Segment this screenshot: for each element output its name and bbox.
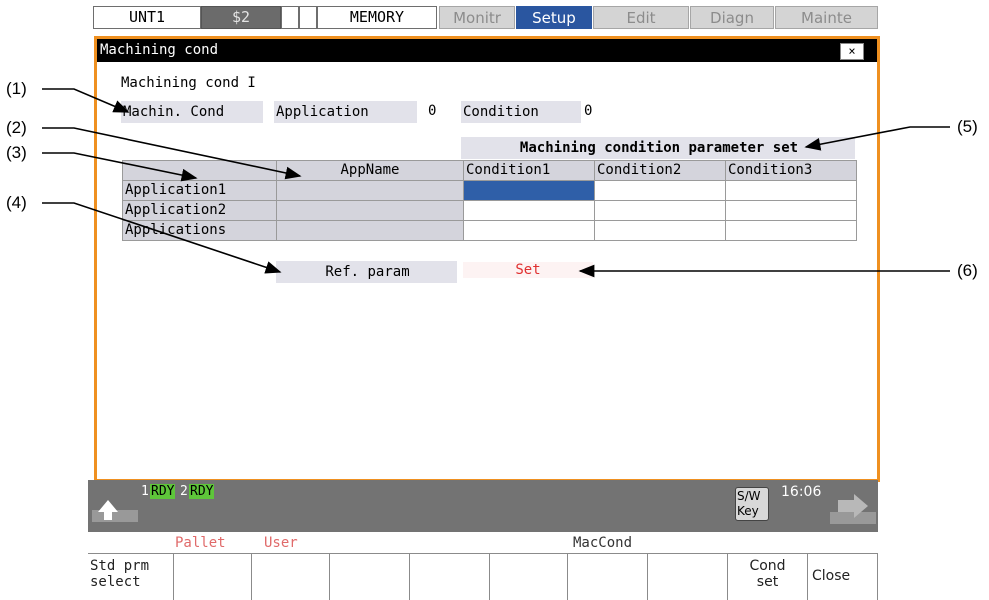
annotation-4: (4) xyxy=(6,193,27,212)
rdy2-number: 2 xyxy=(180,484,188,499)
close-icon[interactable]: × xyxy=(840,43,864,60)
condition-cell[interactable] xyxy=(725,220,857,241)
forward-arrow-icon[interactable] xyxy=(830,492,876,524)
condition-cell[interactable] xyxy=(463,220,595,241)
condition-label: Condition xyxy=(461,101,581,123)
rdy1-number: 1 xyxy=(141,484,149,499)
table-header-condition1: Condition1 xyxy=(463,160,595,181)
mode-indicator: MEMORY xyxy=(317,6,437,29)
condition-cell[interactable] xyxy=(594,180,726,201)
app-name-cell[interactable] xyxy=(276,200,464,221)
menu-label-user: User xyxy=(264,535,298,551)
close-key[interactable]: Close xyxy=(808,553,878,600)
condition-cell[interactable] xyxy=(463,180,595,201)
std-prm-select-key[interactable]: Std prm select xyxy=(88,553,174,600)
table-row: Application1 xyxy=(122,180,857,201)
function-key-4[interactable] xyxy=(330,553,410,600)
part-system-indicator: $2 xyxy=(201,6,281,29)
row-label: Applications xyxy=(122,220,277,241)
status-slot-1 xyxy=(281,6,299,29)
function-key-5[interactable] xyxy=(410,553,490,600)
annotation-6: (6) xyxy=(957,261,978,280)
condition-cell[interactable] xyxy=(725,180,857,201)
window-title: Machining cond xyxy=(97,39,877,62)
row-label: Application1 xyxy=(122,180,277,201)
menu-label-pallet: Pallet xyxy=(175,535,226,551)
application-table: AppName Condition1 Condition2 Condition3… xyxy=(122,160,857,241)
unit-indicator: UNT1 xyxy=(93,6,201,29)
rdy2-badge: RDY xyxy=(189,484,215,499)
table-header-appname: AppName xyxy=(276,160,464,181)
machin-cond-label: Machin. Cond xyxy=(121,101,263,123)
back-arrow-icon[interactable] xyxy=(92,486,138,522)
application-label: Application xyxy=(274,101,417,123)
tab-monitr[interactable]: Monitr xyxy=(439,6,515,29)
condition-cell[interactable] xyxy=(463,200,595,221)
table-header-condition3: Condition3 xyxy=(725,160,857,181)
function-key-7[interactable] xyxy=(568,553,648,600)
condition-value[interactable]: 0 xyxy=(584,103,592,119)
ref-param-label: Ref. param xyxy=(276,261,457,283)
condition-cell[interactable] xyxy=(725,200,857,221)
rdy1-badge: RDY xyxy=(150,484,176,499)
table-header-blank xyxy=(122,160,277,181)
clock: 16:06 xyxy=(781,484,822,500)
param-set-heading: Machining condition parameter set xyxy=(461,137,855,159)
tab-setup[interactable]: Setup xyxy=(516,6,592,29)
table-row: Applications xyxy=(122,220,857,241)
tab-mainte[interactable]: Mainte xyxy=(775,6,878,29)
function-key-3[interactable] xyxy=(252,553,330,600)
application-value[interactable]: 0 xyxy=(428,103,436,119)
ref-param-value[interactable]: Set xyxy=(463,262,593,278)
tab-diagn[interactable]: Diagn xyxy=(690,6,774,29)
annotation-5: (5) xyxy=(957,117,978,136)
table-row: Application2 xyxy=(122,200,857,221)
annotation-3: (3) xyxy=(6,143,27,162)
condition-cell[interactable] xyxy=(594,220,726,241)
table-header-condition2: Condition2 xyxy=(594,160,726,181)
tab-edit[interactable]: Edit xyxy=(593,6,689,29)
app-name-cell[interactable] xyxy=(276,220,464,241)
condition-cell[interactable] xyxy=(594,200,726,221)
function-key-2[interactable] xyxy=(174,553,252,600)
row-label: Application2 xyxy=(122,200,277,221)
menu-label-maccond: MacCond xyxy=(573,535,633,551)
app-name-cell[interactable] xyxy=(276,180,464,201)
window-subtitle: Machining cond I xyxy=(121,75,256,91)
cond-set-key[interactable]: Cond set xyxy=(728,553,808,600)
sw-key-label: S/W Key xyxy=(737,489,761,518)
status-slot-2 xyxy=(299,6,317,29)
annotation-2: (2) xyxy=(6,118,27,137)
table-header-row: AppName Condition1 Condition2 Condition3 xyxy=(122,160,857,181)
function-key-6[interactable] xyxy=(490,553,568,600)
function-key-8[interactable] xyxy=(648,553,728,600)
annotation-1: (1) xyxy=(6,79,27,98)
